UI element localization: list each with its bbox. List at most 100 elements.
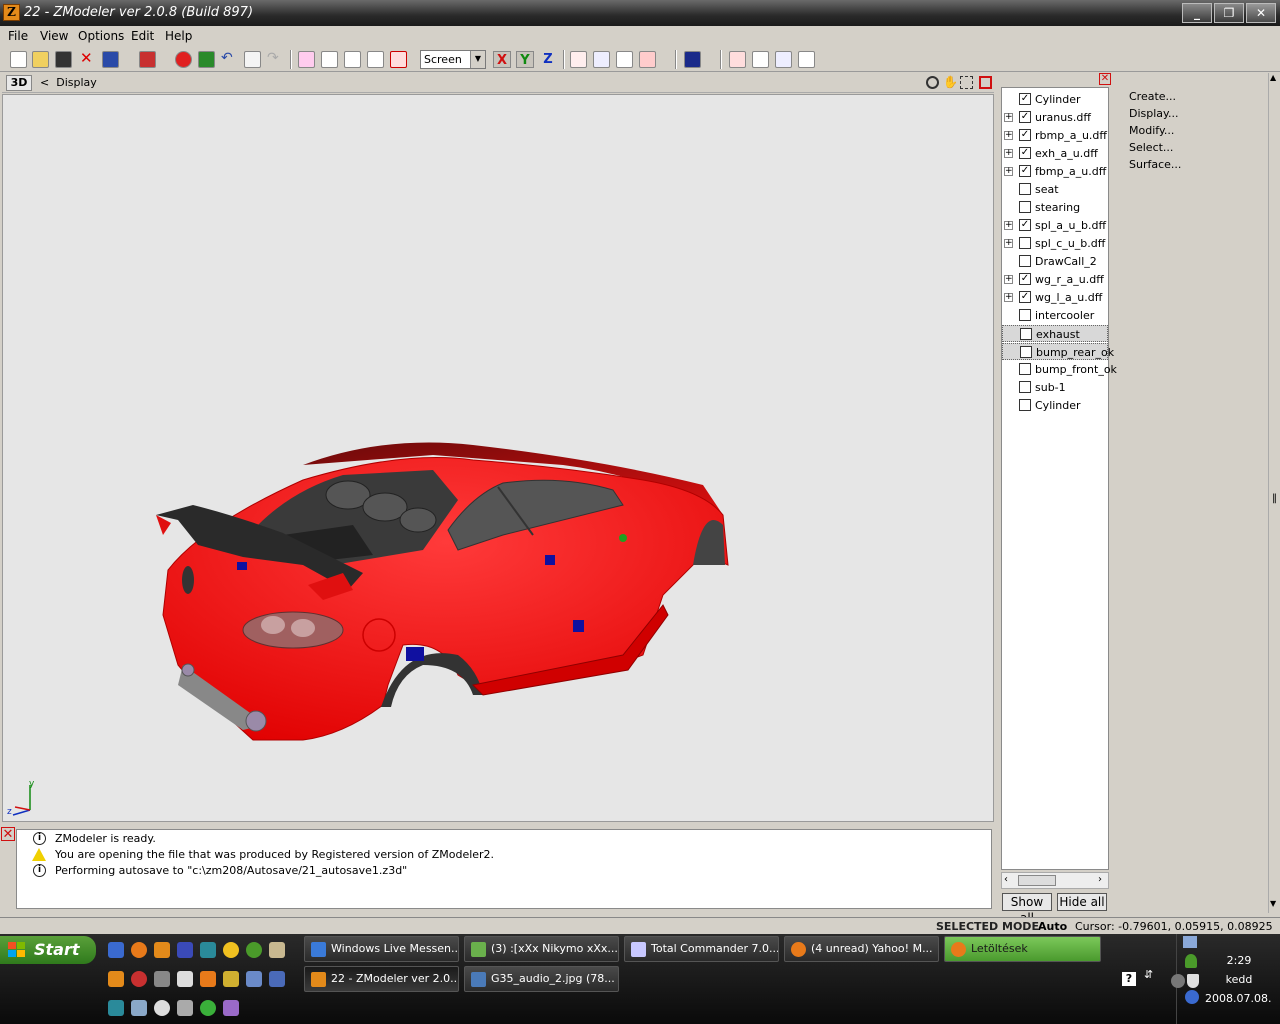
menu-edit[interactable]: Edit — [131, 29, 154, 43]
visibility-checkbox[interactable] — [1019, 309, 1031, 321]
tree-item[interactable]: intercooler — [1002, 307, 1108, 324]
command-modify[interactable]: Modify... — [1129, 124, 1174, 137]
axis-z-toggle[interactable]: Z — [539, 51, 557, 68]
tree-item[interactable]: + ✓ wg_r_a_u.dff — [1002, 271, 1108, 288]
expand-icon[interactable]: + — [1004, 221, 1013, 230]
task-downloads[interactable]: Letöltések — [944, 936, 1101, 962]
coord-mode-select[interactable]: Screen ▼ — [420, 50, 486, 69]
box-select-icon[interactable] — [321, 51, 338, 68]
zoom-extents-icon[interactable] — [960, 76, 973, 89]
menu-help[interactable]: Help — [165, 29, 192, 43]
export-icon[interactable] — [102, 51, 119, 68]
pivot-icon[interactable] — [798, 51, 815, 68]
bone-icon[interactable] — [752, 51, 769, 68]
vlc-icon[interactable] — [200, 971, 216, 987]
log-close-icon[interactable]: ✕ — [1, 827, 15, 842]
scroll-right-icon[interactable]: › — [1098, 874, 1102, 885]
tree-horizontal-scrollbar[interactable]: ‹ › — [1001, 872, 1109, 889]
cube-wire-icon[interactable] — [367, 51, 384, 68]
menu-view[interactable]: View — [40, 29, 68, 43]
firefox-icon[interactable] — [131, 942, 147, 958]
zoom-icon[interactable] — [926, 76, 939, 89]
figure-icon[interactable] — [616, 51, 633, 68]
messenger-icon[interactable] — [223, 942, 239, 958]
visibility-checkbox[interactable] — [1019, 363, 1031, 375]
ie-icon[interactable] — [108, 942, 124, 958]
flower-icon[interactable] — [200, 1000, 216, 1016]
tree-item[interactable]: DrawCall_2 — [1002, 253, 1108, 270]
visibility-checkbox[interactable]: ✓ — [1019, 273, 1031, 285]
render-icon[interactable] — [198, 51, 215, 68]
bucket-icon[interactable] — [684, 51, 701, 68]
network-icon[interactable] — [1183, 936, 1197, 948]
tree-item[interactable]: Cylinder — [1002, 397, 1108, 414]
tree-item[interactable]: sub-1 — [1002, 379, 1108, 396]
visibility-checkbox[interactable] — [1019, 381, 1031, 393]
task-nikymo-chat[interactable]: (3) :[xXx Nikymo xXx... — [464, 936, 619, 962]
zmodeler-icon[interactable] — [154, 942, 170, 958]
view-mode-button[interactable]: 3D — [6, 75, 32, 91]
winamp-icon[interactable] — [223, 971, 239, 987]
tree-item[interactable]: + ✓ wg_l_a_u.dff — [1002, 289, 1108, 306]
command-panel-scrollbar[interactable]: ▲ ‖ ▼ — [1268, 73, 1280, 913]
command-select[interactable]: Select... — [1129, 141, 1173, 154]
command-display[interactable]: Display... — [1129, 107, 1178, 120]
axis-x-toggle[interactable]: X — [493, 51, 511, 68]
command-surface[interactable]: Surface... — [1129, 158, 1181, 171]
visibility-checkbox[interactable]: ✓ — [1019, 147, 1031, 159]
visibility-checkbox[interactable] — [1020, 346, 1032, 358]
scroll-thumb[interactable]: ‖ — [1272, 493, 1277, 504]
visibility-checkbox[interactable]: ✓ — [1019, 219, 1031, 231]
notes-icon[interactable] — [244, 51, 261, 68]
scroll-thumb[interactable] — [1018, 875, 1056, 886]
visibility-checkbox[interactable] — [1019, 255, 1031, 267]
visibility-checkbox[interactable] — [1019, 399, 1031, 411]
minimize-button[interactable]: _ — [1182, 3, 1212, 23]
hide-all-button[interactable]: Hide all — [1057, 893, 1107, 911]
tree-item[interactable]: seat — [1002, 181, 1108, 198]
skull-icon[interactable] — [177, 971, 193, 987]
show-all-button[interactable]: Show all — [1002, 893, 1052, 925]
move-icon[interactable] — [570, 51, 587, 68]
undo-icon[interactable]: ↶ — [221, 51, 238, 68]
new-file-icon[interactable] — [10, 51, 27, 68]
gta-icon[interactable] — [200, 942, 216, 958]
task-yahoo-mail[interactable]: (4 unread) Yahoo! M... — [784, 936, 939, 962]
tool-icon[interactable] — [131, 1000, 147, 1016]
task-zmodeler[interactable]: 22 - ZModeler ver 2.0... — [304, 966, 459, 992]
tree-item[interactable]: + ✓ fbmp_a_u.dff — [1002, 163, 1108, 180]
tree-item[interactable]: + ✓ rbmp_a_u.dff — [1002, 127, 1108, 144]
visibility-checkbox[interactable]: ✓ — [1019, 93, 1031, 105]
task-image-viewer[interactable]: G35_audio_2.jpg (78... — [464, 966, 619, 992]
expand-icon[interactable]: + — [1004, 239, 1013, 248]
visibility-checkbox[interactable]: ✓ — [1019, 111, 1031, 123]
scroll-up-icon[interactable]: ▲ — [1270, 73, 1276, 82]
scroll-down-icon[interactable]: ▼ — [1270, 899, 1276, 908]
visibility-checkbox[interactable]: ✓ — [1019, 291, 1031, 303]
link-icon[interactable] — [729, 51, 746, 68]
tree-item[interactable]: + ✓ exh_a_u.dff — [1002, 145, 1108, 162]
updates-icon[interactable] — [1185, 990, 1199, 1004]
visibility-checkbox[interactable] — [1019, 201, 1031, 213]
expand-icon[interactable]: + — [1004, 131, 1013, 140]
image-icon[interactable] — [154, 971, 170, 987]
record-icon[interactable] — [175, 51, 192, 68]
portrait-icon[interactable] — [269, 942, 285, 958]
axis-y-toggle[interactable]: Y — [516, 51, 534, 68]
help-icon[interactable]: ? — [1122, 972, 1136, 986]
visibility-checkbox[interactable]: ✓ — [1019, 165, 1031, 177]
redo-icon[interactable]: ↷ — [267, 51, 284, 68]
tree-item[interactable]: bump_rear_ok — [1002, 343, 1114, 360]
shield-icon[interactable] — [1187, 974, 1199, 988]
opera-icon[interactable] — [131, 971, 147, 987]
pan-hand-icon[interactable]: ✋ — [943, 76, 958, 89]
tree-item[interactable]: + spl_c_u_b.dff — [1002, 235, 1108, 252]
task-total-commander[interactable]: Total Commander 7.0... — [624, 936, 779, 962]
visibility-checkbox[interactable] — [1019, 237, 1031, 249]
cube-active-icon[interactable] — [390, 51, 407, 68]
tray-arrow-icon[interactable]: ⇵ — [1144, 968, 1158, 982]
scroll-left-icon[interactable]: ‹ — [1004, 874, 1008, 885]
tree-item[interactable]: + ✓ uranus.dff — [1002, 109, 1108, 126]
ghost-icon[interactable] — [223, 1000, 239, 1016]
editor-icon[interactable] — [269, 971, 285, 987]
